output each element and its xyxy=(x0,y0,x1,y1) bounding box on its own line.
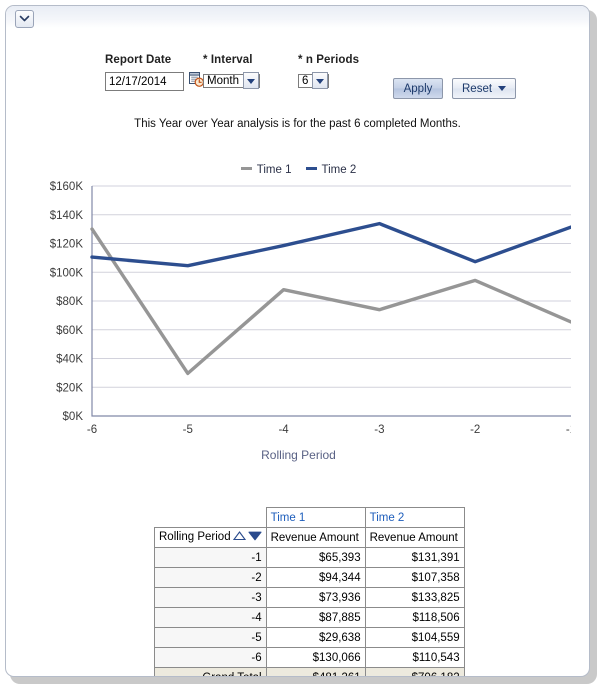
cell-time2-revenue: $133,825 xyxy=(364,587,465,608)
table-grand-total-row: Grand Total$481,261$706,182 xyxy=(154,667,465,676)
y-axis-tick-label: $0K xyxy=(63,411,84,423)
report-date-label: Report Date xyxy=(105,54,172,66)
n-periods-label: * n Periods xyxy=(298,54,360,66)
interval-select[interactable]: Month xyxy=(203,71,260,90)
chevron-down-icon[interactable] xyxy=(312,72,329,89)
revenue-pivot-table: Time 1 Time 2 Rolling Period Revenue Amount… xyxy=(154,507,465,676)
cell-rolling-period: -2 xyxy=(154,567,267,588)
cell-time1-revenue: $94,344 xyxy=(265,567,366,588)
cell-rolling-period: -5 xyxy=(154,627,267,648)
cell-time2-revenue: $104,559 xyxy=(364,627,465,648)
table-row: -1 $65,393 $131,391 xyxy=(154,547,465,568)
x-axis-tick-label: -1 xyxy=(566,424,571,436)
toolbar-actions: Apply Reset xyxy=(393,73,517,99)
measure-header-2[interactable]: Revenue Amount xyxy=(364,527,465,548)
y-axis-tick-labels: $0K $20K $40K $60K $80K $100K $120K $140K $160K xyxy=(50,181,84,423)
y-axis-tick-label: $120K xyxy=(50,239,84,251)
legend-item-time1[interactable]: Time 1 xyxy=(240,164,292,176)
table-row: -4 $87,885 $118,506 xyxy=(154,607,465,628)
table-corner-cell xyxy=(155,508,267,528)
n-periods-select[interactable]: 6 xyxy=(298,71,330,90)
report-panel: Report Date * Interval xyxy=(5,5,590,677)
cell-time2-revenue: $110,543 xyxy=(364,647,465,668)
table-row: -6 $130,066 $110,543 xyxy=(154,647,465,668)
cell-time1-revenue: $65,393 xyxy=(265,547,366,568)
cell-time1-revenue: $87,885 xyxy=(265,607,366,628)
row-header-label[interactable]: Rolling Period xyxy=(154,527,267,548)
cell-time1-revenue: $29,638 xyxy=(265,627,366,648)
cell-time1-revenue: $130,066 xyxy=(265,647,366,668)
apply-button[interactable]: Apply xyxy=(393,78,443,99)
table-measure-header-row: Rolling Period Revenue Amount Revenue Amou… xyxy=(154,527,465,548)
y-axis-tick-label: $20K xyxy=(56,382,83,394)
legend-swatch-time1 xyxy=(240,167,252,170)
yoy-line-chart: Time 1 Time 2 $0K $20K $40K $60K $80K $100K $1… xyxy=(26,156,571,476)
legend-label-time2: Time 2 xyxy=(321,164,357,176)
x-axis-title: Rolling Period xyxy=(261,448,336,462)
caret-down-icon xyxy=(498,86,507,91)
x-axis-tick-label: -2 xyxy=(470,424,480,436)
y-axis-tick-label: $80K xyxy=(56,296,83,308)
legend-swatch-time2 xyxy=(305,167,317,170)
panel-header-strip xyxy=(6,6,589,28)
chart-line-time-2 xyxy=(90,221,571,268)
cell-rolling-period: -3 xyxy=(154,587,267,608)
chart-gridlines xyxy=(92,185,571,388)
chart-legend: Time 1 Time 2 xyxy=(26,164,571,176)
legend-label-time1: Time 1 xyxy=(256,164,292,176)
reset-button-label: Reset xyxy=(462,82,493,95)
reset-button[interactable]: Reset xyxy=(452,78,517,99)
column-group-header-1[interactable]: Time 1 xyxy=(265,507,366,528)
analysis-note: This Year over Year analysis is for the … xyxy=(134,118,461,130)
grand-total-time2: $706,182 xyxy=(364,667,465,676)
cell-rolling-period: -1 xyxy=(154,547,267,568)
n-periods-field-group: * n Periods 6 xyxy=(298,54,359,90)
x-axis-tick-label: -4 xyxy=(278,424,289,436)
apply-button-label: Apply xyxy=(403,82,433,95)
cell-time2-revenue: $118,506 xyxy=(364,607,465,628)
y-axis-tick-label: $140K xyxy=(50,210,84,222)
y-axis-tick-label: $100K xyxy=(50,267,84,279)
x-axis-tick-label: -5 xyxy=(183,424,193,436)
cell-rolling-period: -6 xyxy=(154,647,267,668)
x-axis-tick-labels: -6 -5 -4 -3 -2 -1 xyxy=(87,424,571,436)
sort-descending-icon[interactable] xyxy=(248,531,262,544)
chart-plot: $0K$20K$40K$60K$80K$100K$120K$140K$160K … xyxy=(50,181,571,436)
cell-time2-revenue: $131,391 xyxy=(364,547,465,568)
chevron-down-icon xyxy=(16,15,33,23)
grand-total-label: Grand Total xyxy=(154,667,267,676)
sort-ascending-icon[interactable] xyxy=(232,531,246,544)
chevron-down-icon[interactable] xyxy=(242,72,259,89)
interval-label: * Interval xyxy=(203,54,253,66)
cell-time2-revenue: $107,358 xyxy=(364,567,465,588)
report-date-field-group: Report Date xyxy=(105,54,205,92)
report-date-input[interactable] xyxy=(105,72,184,91)
chart-series-lines xyxy=(90,221,571,376)
table-row: -3 $73,936 $133,825 xyxy=(154,587,465,608)
x-axis-tick-label: -6 xyxy=(87,424,97,436)
grand-total-time1: $481,261 xyxy=(265,667,366,676)
x-axis-tick-label: -3 xyxy=(374,424,384,436)
y-axis-tick-label: $40K xyxy=(56,354,83,366)
calendar-clock-icon[interactable] xyxy=(189,71,205,92)
measure-header-1[interactable]: Revenue Amount xyxy=(265,527,366,548)
column-group-header-2[interactable]: Time 2 xyxy=(364,507,465,528)
y-axis-tick-label: $60K xyxy=(56,325,83,337)
table-row: -5 $29,638 $104,559 xyxy=(154,627,465,648)
cell-rolling-period: -4 xyxy=(154,607,267,628)
table-group-header-row: Time 1 Time 2 xyxy=(155,507,465,528)
y-axis-tick-label: $160K xyxy=(50,181,84,193)
table-row: -2 $94,344 $107,358 xyxy=(154,567,465,588)
legend-item-time2[interactable]: Time 2 xyxy=(305,164,357,176)
interval-field-group: * Interval Month xyxy=(203,54,260,90)
cell-time1-revenue: $73,936 xyxy=(265,587,366,608)
panel-collapse-button[interactable] xyxy=(15,10,34,28)
